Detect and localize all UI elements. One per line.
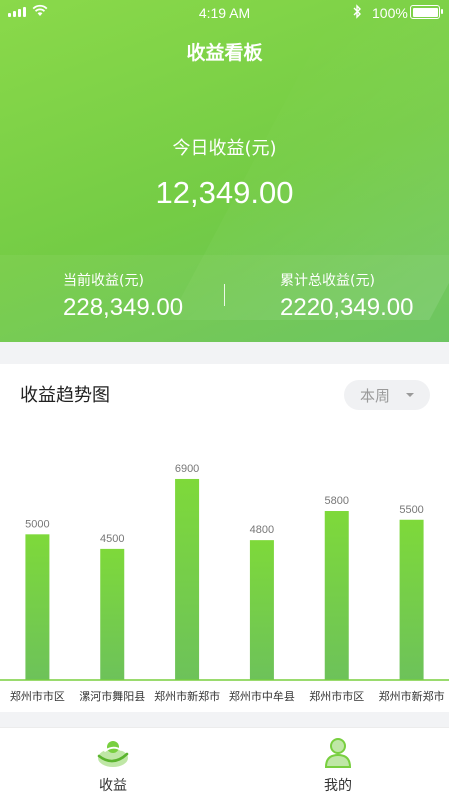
trend-card: 收益趋势图 本周 5000 郑州市市区 4500 漯河市舞阳县 6900 郑州市新郑市 48… [0,364,449,712]
bar-value-label: 4500 [100,533,124,545]
period-dropdown[interactable]: 本周 [344,380,430,410]
x-tick-label: 郑州市市区 [309,689,364,703]
chart-bar [249,540,274,680]
today-earnings-label: 今日收益(元) [172,138,277,159]
bar-value-label: 6900 [175,463,199,475]
total-earnings-label: 累计总收益(元) [280,273,375,289]
bar-value-label: 5000 [25,518,49,530]
current-earnings-label: 当前收益(元) [63,273,144,289]
chart-bar [100,548,125,680]
x-tick-label: 郑州市中牟县 [229,689,295,703]
chart-bar [324,511,349,680]
total-earnings: 累计总收益(元) 2220,349.00 [280,270,413,322]
page-title: 收益看板 [186,42,263,64]
x-tick-label: 郑州市新郑市 [154,689,220,703]
tab-profile[interactable]: 我的 [278,728,398,800]
bar-value-label: 5800 [325,495,349,507]
tab-earnings-label: 收益 [99,778,127,794]
current-earnings: 当前收益(元) 228,349.00 [63,270,183,322]
chevron-down-icon [406,393,414,397]
chart-bar [25,534,50,680]
battery-icon [410,5,443,19]
earnings-icon [97,741,129,767]
x-tick-label: 郑州市新郑市 [379,689,445,703]
bluetooth-icon [353,4,361,19]
status-bar: 4:19 AM 100% [0,0,449,24]
bar-value-label: 5500 [399,504,423,516]
trend-bar-chart: 5000 郑州市市区 4500 漯河市舞阳县 6900 郑州市新郑市 4800 郑州市中牟县 5… [0,463,449,703]
trend-title: 收益趋势图 [20,385,110,406]
current-earnings-value: 228,349.00 [63,294,184,321]
x-tick-label: 郑州市市区 [10,689,65,703]
tab-earnings[interactable]: 收益 [53,728,173,800]
battery-percent: 100% [372,5,408,21]
summary-divider [224,284,225,306]
bar-value-label: 4800 [250,524,274,536]
total-earnings-value: 2220,349.00 [280,294,414,321]
today-earnings-value: 12,349.00 [155,175,294,210]
period-dropdown-value: 本周 [360,386,391,405]
x-tick-label: 漯河市舞阳县 [79,689,145,703]
chart-bar [399,519,424,680]
chart-bar [175,478,200,680]
profile-icon [324,738,352,768]
tab-profile-label: 我的 [324,778,352,794]
tab-bar: 收益 我的 [0,727,449,800]
